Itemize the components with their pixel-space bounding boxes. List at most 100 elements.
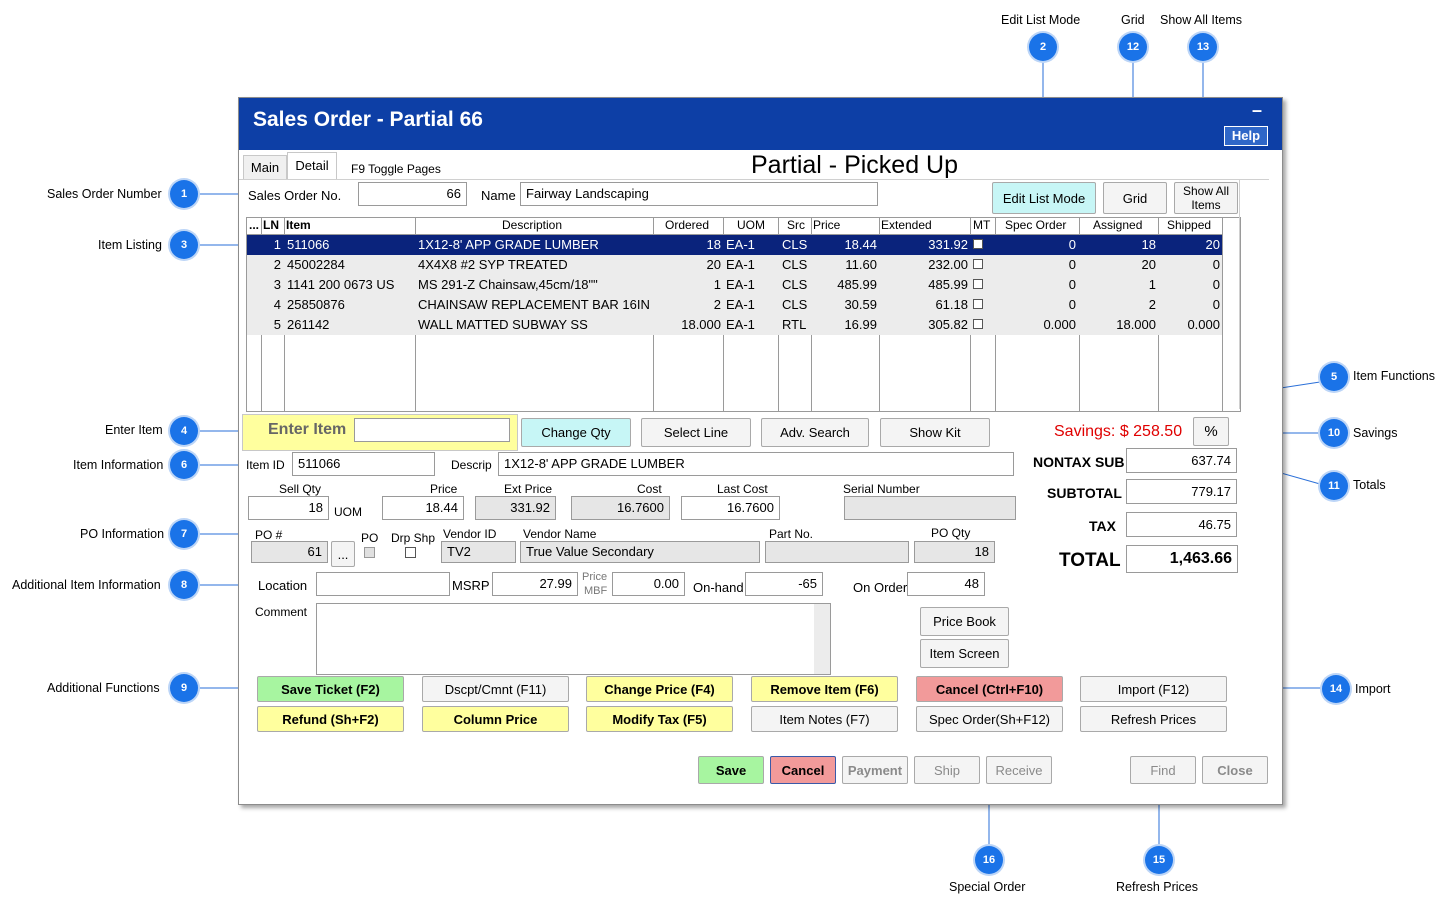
grid-header-description: Description: [502, 218, 563, 232]
receive-button[interactable]: Receive: [986, 756, 1052, 784]
vendor-name-field: True Value Secondary: [520, 541, 760, 563]
total-field: 1,463.66: [1126, 545, 1238, 573]
show-kit-button[interactable]: Show Kit: [880, 418, 990, 447]
callout-badge-9: 9: [170, 674, 198, 702]
callout-badge-6: 6: [170, 451, 198, 479]
modify-tax-button[interactable]: Modify Tax (F5): [586, 706, 733, 732]
descrip-field[interactable]: 1X12-8' APP GRADE LUMBER: [498, 452, 1014, 476]
po-qty-label: PO Qty: [931, 526, 971, 540]
on-hand-label: On-hand: [693, 580, 744, 595]
select-line-button[interactable]: Select Line: [641, 418, 751, 447]
callout-badge-1: 1: [170, 180, 198, 208]
vendor-name-label: Vendor Name: [523, 527, 597, 541]
help-button[interactable]: Help: [1224, 126, 1268, 146]
change-price-button[interactable]: Change Price (F4): [586, 676, 733, 702]
remove-item-button[interactable]: Remove Item (F6): [751, 676, 898, 702]
find-button[interactable]: Find: [1130, 756, 1196, 784]
enter-item-panel: Enter Item: [242, 414, 518, 451]
callout-badge-2: 2: [1029, 33, 1057, 61]
part-number-field: [765, 541, 909, 563]
tab-divider: [239, 179, 1269, 180]
grid-header-marker: ...: [249, 218, 260, 232]
panel-divider: [1239, 179, 1240, 409]
serial-number-field[interactable]: [844, 496, 1016, 520]
item-grid[interactable]: ... LN Item Description Ordered UOM Src …: [246, 217, 1241, 412]
sales-order-number-field[interactable]: 66: [358, 182, 467, 206]
grid-header-item: Item: [286, 218, 311, 232]
refund-button[interactable]: Refund (Sh+F2): [257, 706, 404, 732]
po-number-label: PO #: [255, 528, 283, 542]
mt-checkbox[interactable]: [973, 319, 983, 329]
comment-scrollbar[interactable]: [814, 604, 830, 674]
ship-button[interactable]: Ship: [914, 756, 980, 784]
price-mbf-field[interactable]: 0.00: [612, 572, 685, 596]
grid-header-uom: UOM: [737, 218, 765, 232]
price-field[interactable]: 18.44: [382, 496, 464, 520]
item-screen-button[interactable]: Item Screen: [920, 639, 1009, 668]
show-all-items-button[interactable]: Show All Items: [1174, 182, 1238, 214]
enter-item-input[interactable]: [354, 418, 510, 442]
import-button[interactable]: Import (F12): [1080, 676, 1227, 702]
refresh-prices-button[interactable]: Refresh Prices: [1080, 706, 1227, 732]
cancel-ticket-button[interactable]: Cancel (Ctrl+F10): [916, 676, 1063, 702]
callout-badge-11: 11: [1320, 472, 1348, 500]
table-row[interactable]: 4 25850876 CHAINSAW REPLACEMENT BAR 16IN…: [247, 295, 1222, 315]
vendor-id-label: Vendor ID: [443, 527, 497, 541]
order-status: Partial - Picked Up: [751, 151, 959, 179]
location-field[interactable]: [316, 572, 450, 596]
mt-checkbox[interactable]: [973, 259, 983, 269]
callout-label-5: Item Functions: [1353, 369, 1435, 383]
adv-search-button[interactable]: Adv. Search: [761, 418, 869, 447]
change-qty-button[interactable]: Change Qty: [521, 418, 631, 447]
tax-label: TAX: [1089, 518, 1116, 534]
customer-name-field[interactable]: Fairway Landscaping: [520, 182, 878, 206]
grid-button[interactable]: Grid: [1103, 182, 1167, 214]
sell-qty-field[interactable]: 18: [248, 496, 329, 520]
close-button[interactable]: Close: [1202, 756, 1268, 784]
drop-ship-checkbox[interactable]: [405, 547, 416, 558]
payment-button[interactable]: Payment: [842, 756, 908, 784]
callout-label-16: Special Order: [949, 880, 1026, 894]
dscpt-cmnt-button[interactable]: Dscpt/Cmnt (F11): [422, 676, 569, 702]
last-cost-field[interactable]: 16.7600: [681, 496, 780, 520]
save-button[interactable]: Save: [698, 756, 764, 784]
po-checkbox[interactable]: [364, 547, 375, 558]
tab-detail[interactable]: Detail: [287, 152, 337, 180]
column-price-button[interactable]: Column Price: [422, 706, 569, 732]
callout-badge-10: 10: [1320, 419, 1348, 447]
price-book-button[interactable]: Price Book: [920, 607, 1009, 636]
callout-label-4: Enter Item: [105, 423, 163, 437]
on-order-label: On Order: [853, 580, 908, 595]
on-order-field: 48: [907, 572, 985, 596]
po-lookup-button[interactable]: ...: [331, 541, 355, 567]
item-id-field[interactable]: 511066: [292, 452, 435, 476]
edit-list-mode-button[interactable]: Edit List Mode: [992, 182, 1096, 214]
table-row[interactable]: 1 511066 1X12-8' APP GRADE LUMBER 18 EA-…: [247, 235, 1222, 255]
po-label: PO: [361, 531, 379, 545]
msrp-field[interactable]: 27.99: [492, 572, 578, 596]
callout-badge-7: 7: [170, 520, 198, 548]
comment-field[interactable]: [316, 603, 831, 675]
table-row[interactable]: 3 1141 200 0673 US MS 291-Z Chainsaw,45c…: [247, 275, 1222, 295]
spec-order-button[interactable]: Spec Order(Sh+F12): [916, 706, 1063, 732]
callout-badge-8: 8: [170, 571, 198, 599]
location-label: Location: [258, 578, 308, 593]
callout-badge-3: 3: [170, 231, 198, 259]
savings-percent-button[interactable]: %: [1193, 417, 1229, 446]
table-row[interactable]: 2 45002284 4X4X8 #2 SYP TREATED 20 EA-1 …: [247, 255, 1222, 275]
grid-header-mt: MT: [973, 218, 991, 232]
callout-label-2: Edit List Mode: [1001, 13, 1081, 27]
minimize-button[interactable]: –: [1252, 100, 1262, 121]
nontax-sub-label: NONTAX SUB: [1033, 454, 1125, 470]
mt-checkbox[interactable]: [973, 239, 983, 249]
item-notes-button[interactable]: Item Notes (F7): [751, 706, 898, 732]
last-cost-label: Last Cost: [717, 482, 768, 496]
tab-main[interactable]: Main: [243, 155, 287, 180]
save-ticket-button[interactable]: Save Ticket (F2): [257, 676, 404, 702]
cancel-button[interactable]: Cancel: [770, 756, 836, 784]
mt-checkbox[interactable]: [973, 279, 983, 289]
table-row[interactable]: 5 261142 WALL MATTED SUBWAY SS 18.000 EA…: [247, 315, 1222, 335]
mt-checkbox[interactable]: [973, 299, 983, 309]
callout-label-13: Show All Items: [1160, 13, 1242, 27]
callout-label-10: Savings: [1353, 426, 1398, 440]
